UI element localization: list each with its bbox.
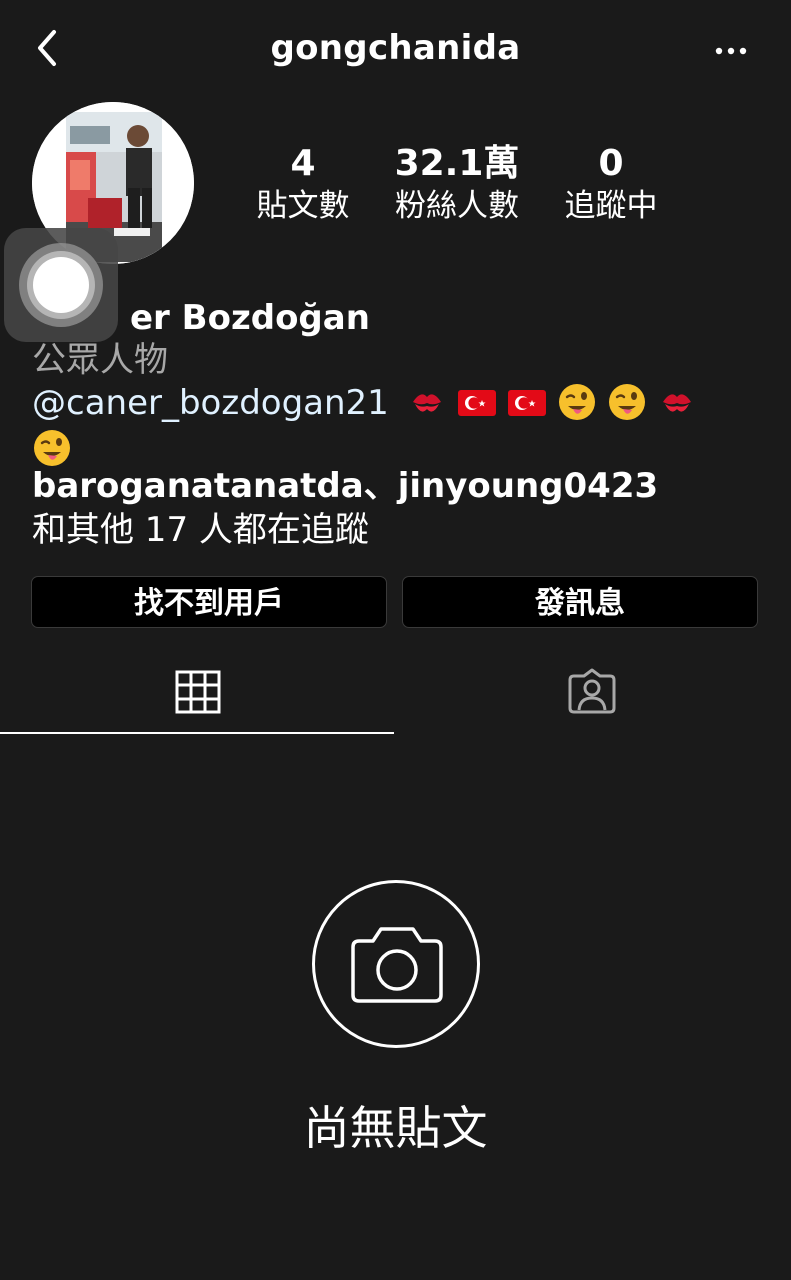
stat-following[interactable]: 0 追蹤中 [548,142,674,226]
user-not-found-button[interactable]: 找不到用戶 [31,576,387,628]
stat-followers-count: 32.1萬 [394,143,520,184]
more-horizontal-icon [715,47,747,55]
assistive-touch-ring-outer [19,243,103,327]
tab-posts-grid[interactable] [0,650,395,734]
stat-following-count: 0 [598,143,624,184]
tagged-person-icon [568,668,616,714]
kiss-mark-icon [412,394,441,412]
turkey-flag-icon [507,390,546,416]
profile-actions: 找不到用戶 發訊息 [31,576,760,630]
kiss-mark-icon [662,394,691,412]
followed-by-text[interactable]: baroganatanatda、jinyoung0423 和其他 17 人都在追… [32,464,762,552]
profile-stats: 4 貼文數 32.1萬 粉絲人數 0 追蹤中 [230,142,690,232]
profile-bio: @caner_bozdogan21 [32,380,762,472]
more-options-button[interactable] [711,36,751,66]
empty-state-text: 尚無貼文 [303,1101,488,1155]
tab-tagged[interactable] [396,650,791,734]
grid-icon [175,670,221,714]
bio-mention-link[interactable]: @caner_bozdogan21 [32,383,389,423]
active-tab-indicator [0,732,394,734]
stat-followers[interactable]: 32.1萬 粉絲人數 [382,142,532,226]
profile-full-name-text: er Bozdoğan [130,298,370,338]
winking-tongue-face-icon [34,430,70,466]
profile-username: gongchanida [270,28,521,68]
profile-category: 公眾人物 [32,340,168,380]
empty-state-circle [312,880,480,1048]
assistive-touch-ring-middle [27,251,95,319]
stat-followers-label: 粉絲人數 [395,188,519,224]
stat-posts-count: 4 [290,143,316,184]
winking-tongue-face-icon [608,384,645,420]
followed-by-users[interactable]: baroganatanatda、jinyoung0423 [32,466,658,506]
camera-icon [351,927,443,1003]
stat-following-label: 追蹤中 [564,188,658,224]
assistive-touch-button[interactable] [4,228,118,342]
winking-tongue-face-icon [558,384,595,420]
top-bar: gongchanida [0,0,791,100]
message-button[interactable]: 發訊息 [402,576,758,628]
stat-posts[interactable]: 4 貼文數 [240,142,366,226]
stat-posts-label: 貼文數 [256,188,350,224]
turkey-flag-icon [457,390,496,416]
profile-tabs [0,650,791,736]
assistive-touch-ring-inner [33,257,89,313]
followed-by-rest: 和其他 17 人都在追蹤 [32,510,369,550]
